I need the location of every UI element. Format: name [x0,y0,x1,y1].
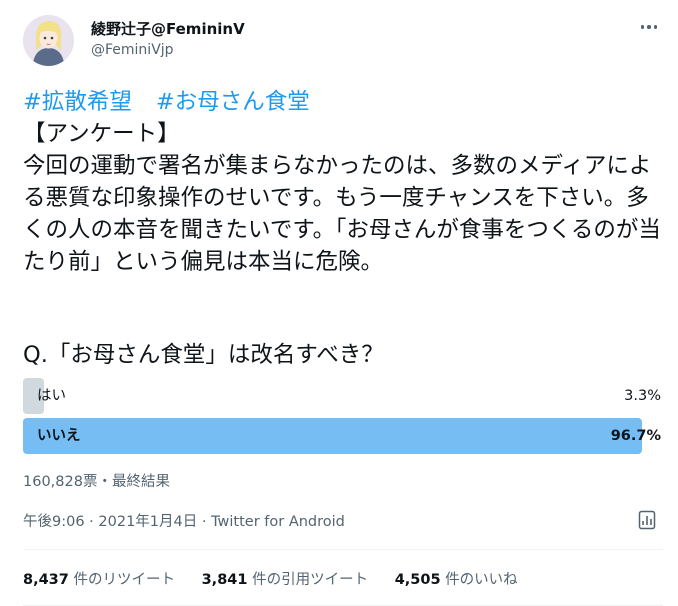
more-options-button[interactable] [634,16,664,38]
quote-tweet-count[interactable]: 3,841 件の引用ツイート [202,568,368,589]
poll-option-percent: 96.7% [610,428,661,444]
poll-question: Q.「お母さん食堂」は改名すべき？ [23,342,384,368]
stat-count: 3,841 [201,572,248,588]
stat-label: 件のリツイート [73,572,175,588]
hashtag-link[interactable]: #拡散希望 [23,89,132,115]
author-display-name[interactable]: 綾野辻子@FemininV [91,18,245,39]
more-horizontal-icon [639,25,659,29]
divider [23,549,663,550]
tweet-timestamp[interactable]: 午後9:06 · 2021年1月4日 · Twitter for Android [23,510,345,531]
tweet-heading: 【アンケート】 [23,121,180,147]
poll-option-label: いいえ [37,428,81,444]
hashtag-link[interactable]: #お母さん食堂 [156,89,310,115]
stat-count: 4,505 [394,572,441,588]
poll-bar [23,418,642,454]
tweet-text: #拡散希望 #お母さん食堂 【アンケート】 今回の運動で署名が集まらなかったのは、… [23,86,663,278]
poll-option-label: はい [37,388,66,404]
analytics-icon[interactable] [636,509,658,531]
like-count[interactable]: 4,505 件のいいね [395,568,518,589]
tweet-paragraph: 今回の運動で署名が集まらなかったのは、多数のメディアによる悪質な印象操作のせいで… [23,153,661,275]
avatar[interactable] [23,15,74,66]
author-handle[interactable]: @FeminiVjp [91,42,174,58]
stat-label: 件の引用ツイート [252,572,369,588]
stat-count: 8,437 [23,572,69,588]
poll-option-yes: はい 3.3% [23,378,663,414]
avatar-illustration [23,15,74,66]
poll-option-percent: 3.3% [624,388,661,404]
hashtag-line: #拡散希望 #お母さん食堂 [23,86,663,118]
retweet-count[interactable]: 8,437 件のリツイート [23,568,175,589]
tweet-stats: 8,437 件のリツイート 3,841 件の引用ツイート 4,505 件のいいね [23,568,540,589]
poll-option-no: いいえ 96.7% [23,418,663,454]
poll-summary: 160,828票・最終結果 [23,474,170,490]
stat-label: 件のいいね [445,572,518,588]
